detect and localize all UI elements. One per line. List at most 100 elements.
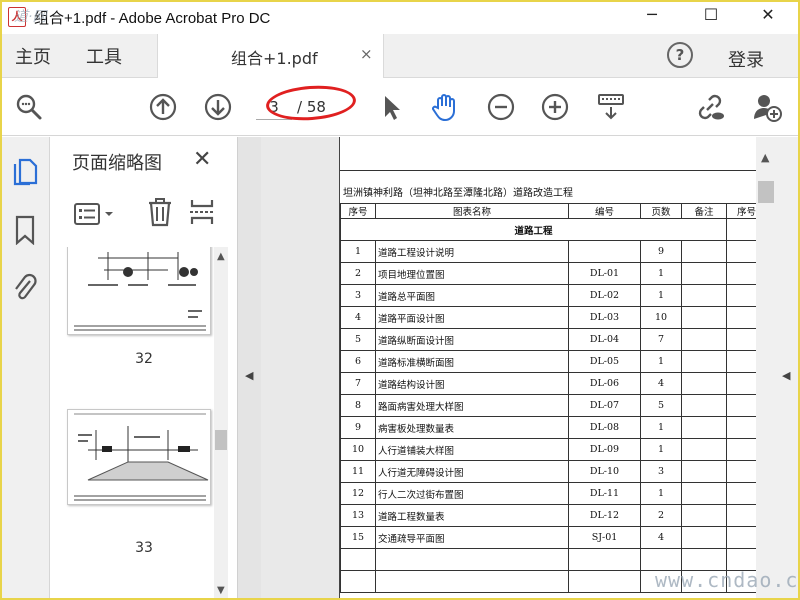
drawing-name: 道路工程设计说明 bbox=[375, 240, 569, 263]
help-icon[interactable]: ? bbox=[667, 42, 693, 68]
document-tab-label: 组合+1.pdf bbox=[231, 49, 318, 68]
site-watermark: www.cndao.com bbox=[655, 568, 800, 592]
thumbnails-list[interactable]: 32 33 bbox=[51, 247, 237, 600]
row-number bbox=[340, 548, 376, 571]
row-number: 11 bbox=[340, 460, 376, 483]
column-header: 序号 bbox=[340, 203, 376, 219]
row-number-2 bbox=[726, 372, 756, 395]
row-number: 10 bbox=[340, 438, 376, 461]
zoom-search-icon[interactable] bbox=[14, 92, 44, 122]
zoom-in-icon[interactable] bbox=[540, 92, 570, 122]
close-panel-button[interactable]: ✕ bbox=[193, 147, 211, 172]
expand-right-panel-arrow-icon[interactable]: ◀ bbox=[782, 369, 790, 382]
page-break-icon[interactable] bbox=[189, 197, 215, 227]
select-cursor-icon[interactable] bbox=[376, 92, 406, 122]
drawing-code bbox=[568, 570, 641, 593]
title-bar: 人 组合+1.pdf - Adobe Acrobat Pro DC ─ ☐ ✕ bbox=[0, 0, 800, 34]
column-header: 页数 bbox=[640, 203, 682, 219]
keyboard-scroll-icon[interactable] bbox=[596, 92, 626, 122]
tab-home[interactable]: 主页 bbox=[15, 43, 51, 69]
remark bbox=[681, 262, 727, 285]
project-title: 坦洲镇神利路（坦神北路至潭隆北路）道路改造工程 bbox=[343, 188, 573, 199]
share-link-icon[interactable] bbox=[695, 92, 725, 122]
drawing-name: 道路结构设计图 bbox=[375, 372, 569, 395]
main-toolbar: 3 / 58 bbox=[0, 78, 800, 136]
page-thumbnail[interactable] bbox=[67, 409, 211, 505]
table-row: 2 项目地理位置图 DL-01 1 bbox=[340, 262, 756, 285]
row-number-2 bbox=[726, 328, 756, 351]
scrollbar-thumb[interactable] bbox=[215, 430, 227, 450]
page-count: 7 bbox=[640, 328, 682, 351]
page-down-icon[interactable] bbox=[203, 92, 233, 122]
table-row: 1 道路工程设计说明 9 bbox=[340, 240, 756, 263]
thumbnails-panel: 页面缩略图 ✕ 32 33 ▲ ▼ bbox=[51, 137, 237, 600]
row-number: 5 bbox=[340, 328, 376, 351]
maximize-button[interactable]: ☐ bbox=[688, 0, 734, 32]
column-header: 图表名称 bbox=[375, 203, 569, 219]
panel-collapse-gutter[interactable]: ◀ bbox=[237, 137, 261, 600]
drawing-code bbox=[568, 548, 641, 571]
table-row: 3 道路总平面图 DL-02 1 bbox=[340, 284, 756, 307]
delete-page-icon[interactable] bbox=[146, 197, 174, 227]
drawing-name: 人行道铺装大样图 bbox=[375, 438, 569, 461]
login-button[interactable]: 登录 bbox=[728, 46, 764, 72]
zoom-out-icon[interactable] bbox=[486, 92, 516, 122]
column-header: 编号 bbox=[568, 203, 641, 219]
hand-tool-icon[interactable] bbox=[430, 92, 460, 122]
row-number: 9 bbox=[340, 416, 376, 439]
attachment-icon[interactable] bbox=[12, 273, 38, 303]
doc-scrollbar-thumb[interactable] bbox=[758, 181, 774, 203]
drawing-code: DL-07 bbox=[568, 394, 641, 417]
row-number: 12 bbox=[340, 482, 376, 505]
page-count: 1 bbox=[640, 284, 682, 307]
tab-document[interactable]: 组合+1.pdf × bbox=[157, 34, 384, 78]
bookmark-icon[interactable] bbox=[14, 215, 36, 245]
close-tab-button[interactable]: × bbox=[360, 45, 373, 63]
remark bbox=[681, 416, 727, 439]
page-count: 2 bbox=[640, 504, 682, 527]
minimize-button[interactable]: ─ bbox=[629, 0, 675, 32]
drawing-index-table: 序号 图表名称 编号 页数 备注 序号 道路工程 1 道路工程设计说明 9 2 项目地理… bbox=[340, 203, 756, 593]
add-user-icon[interactable] bbox=[752, 92, 782, 122]
page-count: 1 bbox=[640, 416, 682, 439]
drawing-name: 病害板处理数量表 bbox=[375, 416, 569, 439]
drawing-code: DL-02 bbox=[568, 284, 641, 307]
page-up-icon[interactable] bbox=[148, 92, 178, 122]
page-count: 5 bbox=[640, 394, 682, 417]
drawing-name bbox=[375, 570, 569, 593]
table-row: 10 人行道铺装大样图 DL-09 1 bbox=[340, 438, 756, 461]
remark bbox=[681, 394, 727, 417]
document-scrollbar[interactable]: ▲ ◀ bbox=[756, 137, 798, 600]
scroll-up-arrow-icon[interactable]: ▲ bbox=[217, 251, 225, 262]
drawing-name: 道路工程数量表 bbox=[375, 504, 569, 527]
page-thumbnail[interactable] bbox=[67, 247, 211, 335]
row-number: 2 bbox=[340, 262, 376, 285]
drawing-code: DL-09 bbox=[568, 438, 641, 461]
drawing-code bbox=[568, 240, 641, 263]
drawing-code: DL-06 bbox=[568, 372, 641, 395]
tab-tools[interactable]: 工具 bbox=[86, 43, 122, 69]
close-window-button[interactable]: ✕ bbox=[745, 0, 791, 32]
pdf-page: 坦洲镇神利路（坦神北路至潭隆北路）道路改造工程 序号 图表名称 编号 页数 备注… bbox=[339, 137, 756, 600]
scroll-down-arrow-icon[interactable]: ▼ bbox=[217, 585, 225, 596]
collapse-panel-arrow-icon[interactable]: ◀ bbox=[245, 369, 253, 382]
remark bbox=[681, 372, 727, 395]
row-number-2 bbox=[726, 416, 756, 439]
thumbnail-options-icon[interactable] bbox=[73, 201, 117, 227]
remark bbox=[681, 526, 727, 549]
document-view[interactable]: 坦洲镇神利路（坦神北路至潭隆北路）道路改造工程 序号 图表名称 编号 页数 备注… bbox=[261, 137, 756, 600]
drawing-name: 行人二次过街布置图 bbox=[375, 482, 569, 505]
thumbnails-scrollbar[interactable]: ▲ ▼ bbox=[214, 247, 228, 600]
drawing-code: DL-03 bbox=[568, 306, 641, 329]
row-number: 13 bbox=[340, 504, 376, 527]
drawing-name: 道路总平面图 bbox=[375, 284, 569, 307]
row-number-2 bbox=[726, 526, 756, 549]
remark bbox=[681, 460, 727, 483]
page-header-rule bbox=[340, 170, 756, 171]
table-row: 7 道路结构设计图 DL-06 4 bbox=[340, 372, 756, 395]
page-thumbnails-icon[interactable] bbox=[12, 157, 38, 187]
row-number: 1 bbox=[340, 240, 376, 263]
doc-scroll-up-arrow-icon[interactable]: ▲ bbox=[761, 151, 769, 164]
remark bbox=[681, 482, 727, 505]
row-number-2 bbox=[726, 350, 756, 373]
